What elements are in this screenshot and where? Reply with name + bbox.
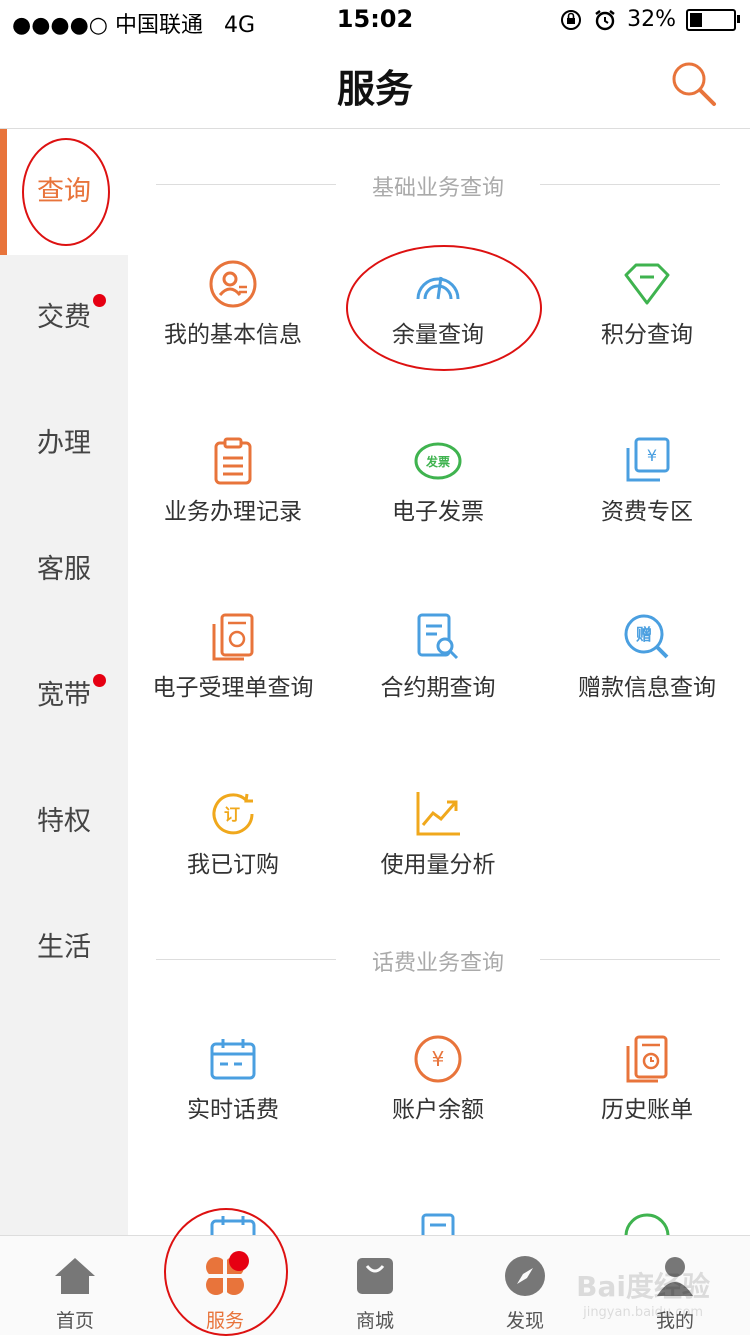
sidebar-item-broadband[interactable]: 宽带 — [0, 633, 128, 759]
alarm-icon — [595, 9, 615, 30]
sidebar-item-customer-service[interactable]: 客服 — [0, 507, 128, 633]
service-grid: 基础业务查询 我的基本信息 余量查询 积分查询 业务办理记录 发票 电子发票 ¥… — [128, 129, 750, 1235]
clipboard-icon — [214, 437, 252, 485]
tile-contract-query[interactable]: 合约期查询 — [333, 612, 543, 762]
svg-text:¥: ¥ — [647, 446, 657, 465]
credit-icon[interactable] — [622, 1211, 672, 1235]
document-search-icon — [417, 613, 459, 660]
battery-icon — [686, 8, 740, 31]
sidebar-item-query[interactable]: 查询 — [0, 129, 128, 255]
status-bar: ●●●●○ 中国联通 4G 15:02 32% — [0, 0, 750, 40]
tab-home[interactable]: 首页 — [0, 1236, 150, 1335]
shopping-bag-icon — [357, 1258, 393, 1294]
svg-text:¥: ¥ — [432, 1047, 445, 1071]
subscribe-icon: 订 — [212, 793, 254, 835]
yen-circle-icon: ¥ — [414, 1035, 462, 1083]
receipt-icon — [212, 613, 254, 661]
tile-e-receipt-query[interactable]: 电子受理单查询 — [128, 612, 338, 762]
sidebar-item-handle[interactable]: 办理 — [0, 381, 128, 507]
tile-history-bill[interactable]: 历史账单 — [542, 1034, 750, 1184]
notification-dot — [93, 294, 106, 307]
invoice-icon: 发票 — [414, 442, 462, 480]
notification-dot — [93, 674, 106, 687]
diamond-icon — [624, 263, 670, 305]
tab-mall[interactable]: 商城 — [300, 1236, 450, 1335]
tile-usage-analysis[interactable]: 使用量分析 — [333, 789, 543, 939]
compass-icon — [505, 1256, 545, 1296]
home-icon — [55, 1258, 95, 1294]
tile-account-balance[interactable]: ¥ 账户余额 — [333, 1034, 543, 1184]
tab-service[interactable]: 服务 — [150, 1236, 300, 1335]
trend-chart-icon — [416, 792, 460, 836]
tile-realtime-fee[interactable]: 实时话费 — [128, 1034, 338, 1184]
tile-tariff-zone[interactable]: ¥ 资费专区 — [542, 436, 750, 586]
sidebar-item-privilege[interactable]: 特权 — [0, 759, 128, 885]
rotation-lock-icon — [561, 9, 582, 30]
section-title-basic: 基础业务查询 — [156, 164, 720, 204]
battery-percent: 32% — [627, 7, 676, 32]
nav-header: 服务 — [0, 40, 750, 129]
calendar-x-icon[interactable] — [208, 1211, 258, 1235]
svg-text:赠: 赠 — [636, 625, 652, 644]
gauge-icon — [416, 276, 460, 300]
sidebar-item-payment[interactable]: 交费 — [0, 255, 128, 381]
tile-e-invoice[interactable]: 发票 电子发票 — [333, 436, 543, 586]
tile-subscribed[interactable]: 订 我已订购 — [128, 789, 338, 939]
user-info-icon — [209, 260, 257, 308]
tile-basic-info[interactable]: 我的基本信息 — [128, 259, 338, 409]
calendar-icon — [210, 1039, 256, 1080]
svg-text:订: 订 — [224, 805, 240, 824]
gift-search-icon: 赠 — [624, 614, 669, 659]
history-bill-icon — [626, 1035, 668, 1083]
document-icon[interactable] — [413, 1211, 463, 1235]
section-title-billing: 话费业务查询 — [156, 939, 720, 979]
yen-card-icon: ¥ — [626, 437, 670, 482]
tile-points-query[interactable]: 积分查询 — [542, 259, 750, 409]
baidu-watermark: Bai度经验 jingyan.baidu.com — [576, 1270, 710, 1320]
page-title: 服务 — [336, 67, 413, 111]
sidebar-item-life[interactable]: 生活 — [0, 885, 128, 1011]
search-icon[interactable] — [668, 58, 720, 110]
svg-text:发票: 发票 — [425, 454, 450, 469]
tile-gift-query[interactable]: 赠 赠款信息查询 — [542, 612, 750, 762]
tile-balance-query[interactable]: 余量查询 — [333, 259, 543, 409]
category-sidebar: 查询 交费 办理 客服 宽带 特权 生活 — [0, 129, 128, 1235]
notification-dot — [229, 1251, 249, 1271]
tile-business-records[interactable]: 业务办理记录 — [128, 436, 338, 586]
